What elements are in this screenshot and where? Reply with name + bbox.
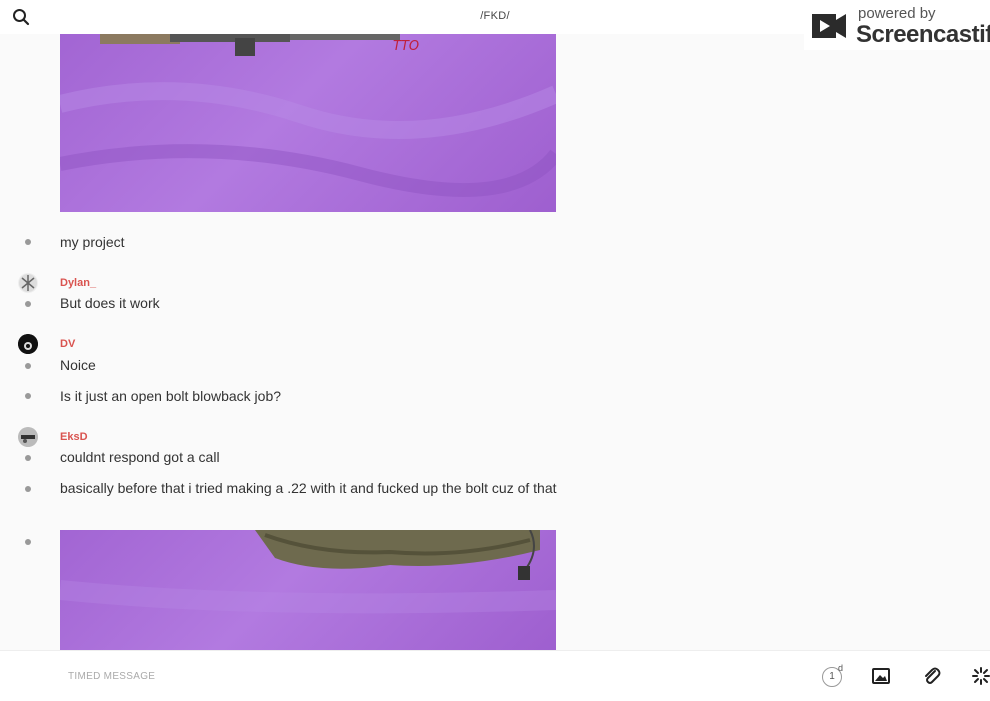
message-author[interactable]: EksD — [60, 431, 88, 443]
screencastify-logo-icon — [812, 14, 846, 38]
message-bullet — [25, 301, 31, 307]
message-bullet — [25, 363, 31, 369]
image-content — [60, 530, 556, 614]
timer-unit-label: d — [838, 663, 844, 673]
message-bullet — [25, 393, 31, 399]
message-image[interactable]: TTO — [60, 34, 556, 212]
effects-icon[interactable] — [970, 665, 990, 687]
avatar[interactable] — [18, 334, 38, 354]
timed-message-input[interactable]: TIMED MESSAGE — [68, 671, 155, 682]
svg-text:TTO: TTO — [393, 39, 419, 54]
message-bullet — [25, 539, 31, 545]
message-image[interactable] — [60, 530, 556, 650]
watermark-brand: Screencastify — [856, 21, 990, 48]
message-feed[interactable]: TTO my project Dylan_ But does it work D… — [0, 34, 990, 650]
watermark-powered-by: powered by — [858, 5, 936, 22]
screencastify-watermark: powered by Screencastify — [804, 4, 990, 50]
image-content: TTO — [60, 34, 556, 197]
message-text: my project — [60, 234, 125, 250]
message-text: Noice — [60, 357, 96, 373]
attachment-icon[interactable] — [920, 665, 942, 687]
message-text: But does it work — [60, 295, 160, 311]
message-bullet — [25, 486, 31, 492]
avatar[interactable] — [18, 273, 38, 293]
message-author[interactable]: Dylan_ — [60, 277, 96, 289]
message-bullet — [25, 455, 31, 461]
avatar[interactable] — [18, 427, 38, 447]
message-text: basically before that i tried making a .… — [60, 480, 557, 496]
message-author[interactable]: DV — [60, 338, 75, 350]
message-text: Is it just an open bolt blowback job? — [60, 388, 282, 404]
message-bullet — [25, 239, 31, 245]
message-text: couldnt respond got a call — [60, 449, 220, 465]
image-icon[interactable] — [870, 665, 892, 687]
composer-bar: TIMED MESSAGE 1 d — [0, 650, 990, 701]
